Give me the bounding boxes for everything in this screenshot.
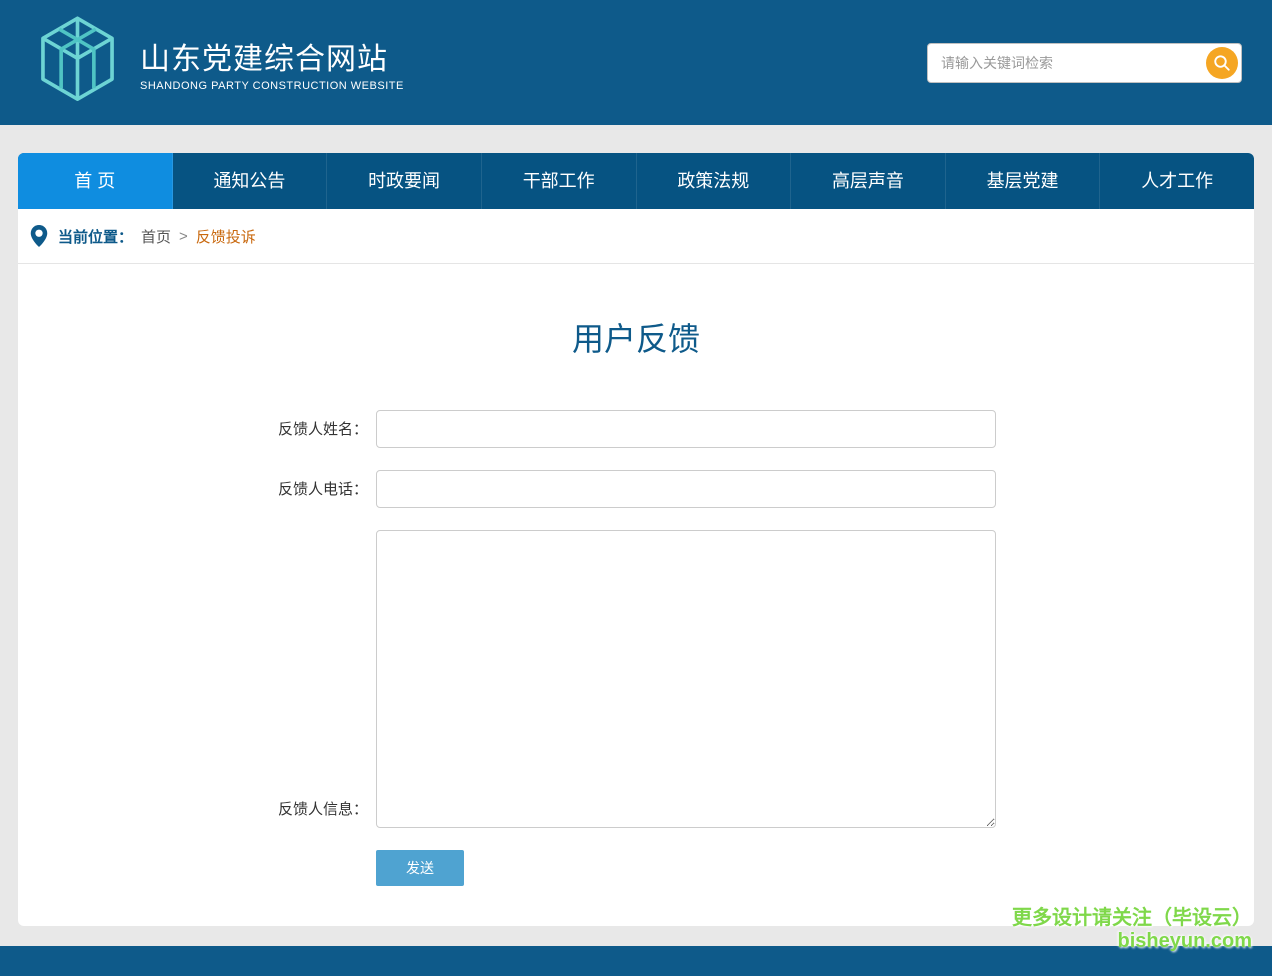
nav-item-grassroots[interactable]: 基层党建 bbox=[946, 153, 1101, 209]
logo-area: 山东党建综合网站 SHANDONG PARTY CONSTRUCTION WEB… bbox=[30, 11, 404, 114]
form-row-phone: 反馈人电话： bbox=[276, 470, 996, 508]
nav-item-policy[interactable]: 政策法规 bbox=[637, 153, 792, 209]
breadcrumb-current: 反馈投诉 bbox=[196, 226, 256, 247]
header: 山东党建综合网站 SHANDONG PARTY CONSTRUCTION WEB… bbox=[0, 0, 1272, 125]
phone-input[interactable] bbox=[376, 470, 996, 508]
search-input[interactable] bbox=[931, 47, 1206, 79]
nav-item-notice[interactable]: 通知公告 bbox=[173, 153, 328, 209]
info-label: 反馈人信息： bbox=[276, 792, 376, 828]
site-subtitle: SHANDONG PARTY CONSTRUCTION WEBSITE bbox=[140, 80, 404, 92]
nav-item-talent[interactable]: 人才工作 bbox=[1100, 153, 1254, 209]
logo-icon bbox=[30, 11, 125, 114]
name-label: 反馈人姓名： bbox=[276, 412, 376, 448]
gap bbox=[0, 125, 1272, 153]
main-container: 首 页 通知公告 时政要闻 干部工作 政策法规 高层声音 基层党建 人才工作 当… bbox=[18, 153, 1254, 926]
site-title: 山东党建综合网站 bbox=[140, 34, 404, 78]
page-title: 用户反馈 bbox=[38, 314, 1234, 360]
phone-label: 反馈人电话： bbox=[276, 472, 376, 508]
search-icon bbox=[1213, 54, 1231, 72]
nav-item-news[interactable]: 时政要闻 bbox=[327, 153, 482, 209]
nav-bar: 首 页 通知公告 时政要闻 干部工作 政策法规 高层声音 基层党建 人才工作 bbox=[18, 153, 1254, 209]
search-button[interactable] bbox=[1206, 47, 1238, 79]
form-row-info: 反馈人信息： bbox=[276, 530, 996, 828]
breadcrumb-home[interactable]: 首页 bbox=[141, 226, 171, 247]
submit-button[interactable]: 发送 bbox=[376, 850, 464, 886]
nav-item-home[interactable]: 首 页 bbox=[18, 153, 173, 209]
feedback-form: 反馈人姓名： 反馈人电话： 反馈人信息： 发送 bbox=[276, 410, 996, 886]
breadcrumb-sep: > bbox=[179, 228, 188, 245]
form-actions: 发送 bbox=[276, 850, 996, 886]
info-textarea[interactable] bbox=[376, 530, 996, 828]
footer-bar bbox=[0, 946, 1272, 976]
breadcrumb: 当前位置： 首页 > 反馈投诉 bbox=[18, 209, 1254, 264]
name-input[interactable] bbox=[376, 410, 996, 448]
logo-text: 山东党建综合网站 SHANDONG PARTY CONSTRUCTION WEB… bbox=[140, 34, 404, 92]
breadcrumb-label: 当前位置： bbox=[58, 226, 133, 247]
search-box bbox=[927, 43, 1242, 83]
nav-item-voice[interactable]: 高层声音 bbox=[791, 153, 946, 209]
content: 用户反馈 反馈人姓名： 反馈人电话： 反馈人信息： 发送 bbox=[18, 264, 1254, 926]
location-icon bbox=[28, 223, 50, 249]
nav-item-cadre[interactable]: 干部工作 bbox=[482, 153, 637, 209]
form-row-name: 反馈人姓名： bbox=[276, 410, 996, 448]
